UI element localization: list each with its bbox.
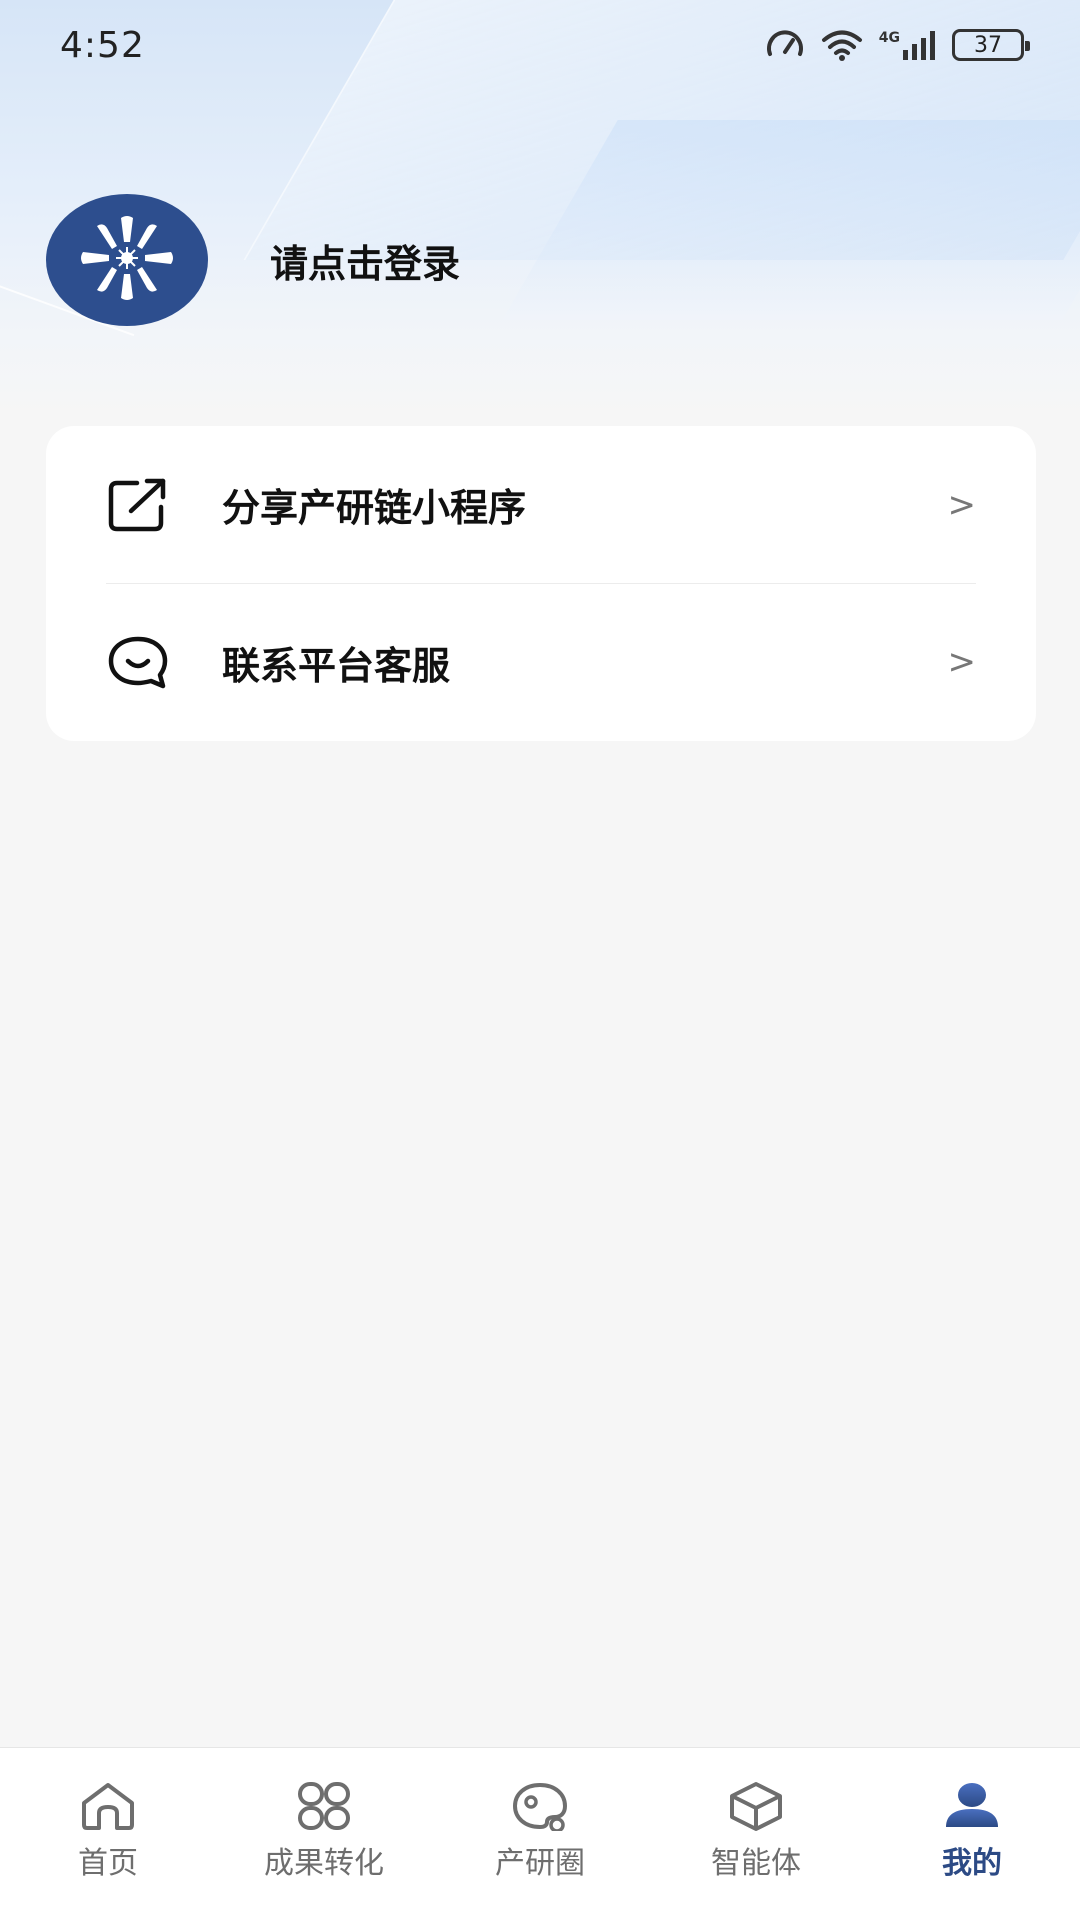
- menu-item-customer-service[interactable]: 联系平台客服 >: [106, 583, 976, 740]
- menu-item-label: 分享产研链小程序: [222, 486, 527, 530]
- tab-label: 智能体: [711, 1846, 801, 1881]
- chat-smile-icon: [106, 630, 170, 694]
- profile-header[interactable]: 请点击登录: [46, 194, 460, 326]
- snowflake-logo-icon: [77, 213, 177, 307]
- tab-label: 成果转化: [264, 1846, 384, 1881]
- status-time: 4:52: [60, 24, 145, 66]
- wifi-icon: [821, 28, 863, 62]
- tab-achievements[interactable]: 成果转化: [216, 1748, 432, 1920]
- login-prompt[interactable]: 请点击登录: [270, 233, 460, 288]
- tab-home[interactable]: 首页: [0, 1748, 216, 1920]
- bottom-tab-bar: 首页 成果转化 产研圈 智能体 我的: [0, 1747, 1080, 1920]
- network-type: 4G: [878, 30, 900, 46]
- cube-icon: [726, 1778, 786, 1834]
- menu-item-label: 联系平台客服: [222, 643, 451, 688]
- tab-agent[interactable]: 智能体: [648, 1748, 864, 1920]
- battery-level: 37: [974, 32, 1002, 58]
- grid-clover-icon: [294, 1778, 354, 1834]
- avatar[interactable]: [46, 194, 208, 326]
- person-icon: [942, 1778, 1002, 1834]
- home-icon: [78, 1778, 138, 1834]
- tab-research-circle[interactable]: 产研圈: [432, 1748, 648, 1920]
- tab-label: 我的: [942, 1846, 1002, 1881]
- tab-label: 产研圈: [495, 1846, 585, 1881]
- status-bar: 4:52 4G 37: [0, 0, 1080, 90]
- cellular-signal-icon: 4G: [879, 30, 936, 60]
- menu-card: 分享产研链小程序 > 联系平台客服 >: [46, 426, 1036, 741]
- menu-item-share[interactable]: 分享产研链小程序 >: [106, 426, 976, 583]
- share-external-icon: [106, 473, 170, 537]
- chevron-right-icon: >: [947, 484, 977, 525]
- speed-meter-icon: [765, 28, 805, 62]
- chevron-right-icon: >: [947, 642, 977, 682]
- battery-indicator: 37: [952, 29, 1030, 61]
- tab-label: 首页: [78, 1846, 138, 1881]
- status-icons: 4G 37: [765, 28, 1030, 62]
- tab-mine[interactable]: 我的: [864, 1748, 1080, 1920]
- palette-circle-icon: [510, 1778, 570, 1834]
